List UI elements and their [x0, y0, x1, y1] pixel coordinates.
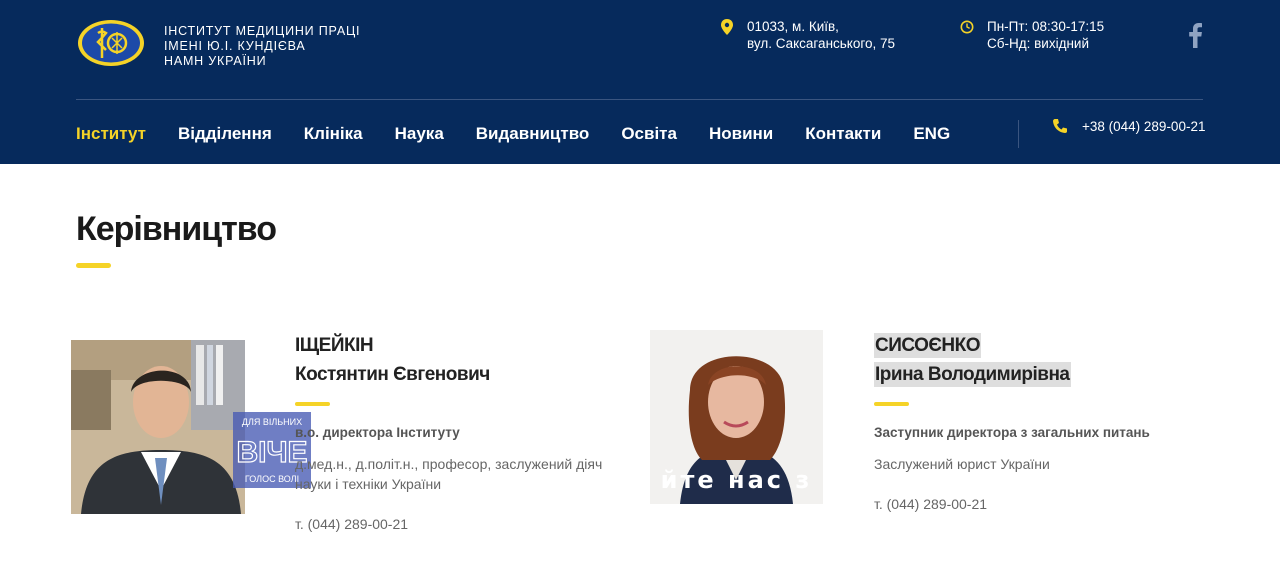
person-given-name-text: Ірина Володимирівна — [874, 362, 1071, 387]
phone-number: +38 (044) 289-00-21 — [1082, 118, 1206, 134]
main-nav: Інститут Відділення Клініка Наука Видавн… — [76, 124, 982, 144]
person-description: д.мед.н., д.політ.н., професор, заслужен… — [295, 454, 625, 494]
institute-logo-icon[interactable] — [76, 18, 146, 68]
person-description-line-2: науки і техніки України — [295, 476, 442, 492]
person-surname: СИСОЄНКО — [874, 333, 982, 358]
person-phone[interactable]: т. (044) 289-00-21 — [874, 496, 987, 512]
nav-separator — [1018, 120, 1019, 148]
hours-weekdays: Пн-Пт: 08:30-17:15 — [987, 19, 1105, 34]
person-description-line-1: Заслужений юрист України — [874, 456, 1050, 472]
watermark-top: ДЛЯ ВІЛЬНИХ — [242, 417, 302, 427]
person-photo-ishchejkin[interactable] — [71, 340, 245, 514]
nav-item-science[interactable]: Наука — [395, 124, 444, 144]
person-given-name: Ірина Володимирівна — [874, 362, 1071, 387]
nav-item-publishing[interactable]: Видавництво — [476, 124, 590, 144]
person-given-name: Костянтин Євгенович — [295, 364, 490, 385]
logo-line-1: ІНСТИТУТ МЕДИЦИНИ ПРАЦІ — [164, 24, 361, 38]
person-description: Заслужений юрист України — [874, 454, 1204, 474]
hours-block: Пн-Пт: 08:30-17:15 Сб-Нд: вихідний — [960, 18, 1104, 52]
photo-overlay-text: йте нас з — [660, 466, 813, 494]
address-block: 01033, м. Київ, вул. Саксаганського, 75 — [720, 18, 895, 52]
nav-item-institute[interactable]: Інститут — [76, 124, 146, 144]
address-line-2: вул. Саксаганського, 75 — [747, 36, 896, 51]
address-line-1: 01033, м. Київ, — [747, 19, 839, 34]
nav-item-departments[interactable]: Відділення — [178, 124, 272, 144]
location-pin-icon — [721, 19, 733, 35]
person-portrait-icon — [71, 340, 245, 514]
hours-weekend: Сб-Нд: вихідний — [987, 36, 1089, 51]
person-underline — [295, 402, 330, 406]
person-surname-text: СИСОЄНКО — [874, 333, 982, 358]
header-divider — [76, 99, 1203, 100]
logo-line-2: ІМЕНІ Ю.І. КУНДІЄВА — [164, 39, 306, 53]
watermark-bottom: ГОЛОС ВОЛІ — [245, 474, 299, 484]
title-underline — [76, 263, 111, 268]
person-underline — [874, 402, 909, 406]
person-description-line-1: д.мед.н., д.політ.н., професор, заслужен… — [295, 456, 603, 472]
logo-line-3: НАМН УКРАЇНИ — [164, 54, 267, 68]
site-header: ІНСТИТУТ МЕДИЦИНИ ПРАЦІ ІМЕНІ Ю.І. КУНДІ… — [0, 0, 1280, 164]
page-title: Керівництво — [76, 210, 277, 248]
nav-item-clinic[interactable]: Клініка — [304, 124, 363, 144]
nav-item-news[interactable]: Новини — [709, 124, 773, 144]
institute-name[interactable]: ІНСТИТУТ МЕДИЦИНИ ПРАЦІ ІМЕНІ Ю.І. КУНДІ… — [164, 24, 360, 69]
facebook-icon[interactable] — [1186, 22, 1204, 48]
header-phone[interactable]: +38 (044) 289-00-21 — [1052, 118, 1205, 134]
phone-icon — [1053, 119, 1067, 133]
person-surname: ІЩЕЙКІН — [295, 335, 374, 356]
nav-item-english[interactable]: ENG — [913, 124, 950, 144]
nav-item-contacts[interactable]: Контакти — [805, 124, 881, 144]
person-phone[interactable]: т. (044) 289-00-21 — [295, 516, 408, 532]
clock-icon — [960, 20, 974, 34]
person-position: в.о. директора Інституту — [295, 425, 460, 440]
person-position: Заступник директора з загальних питань — [874, 425, 1150, 440]
nav-item-education[interactable]: Освіта — [621, 124, 677, 144]
